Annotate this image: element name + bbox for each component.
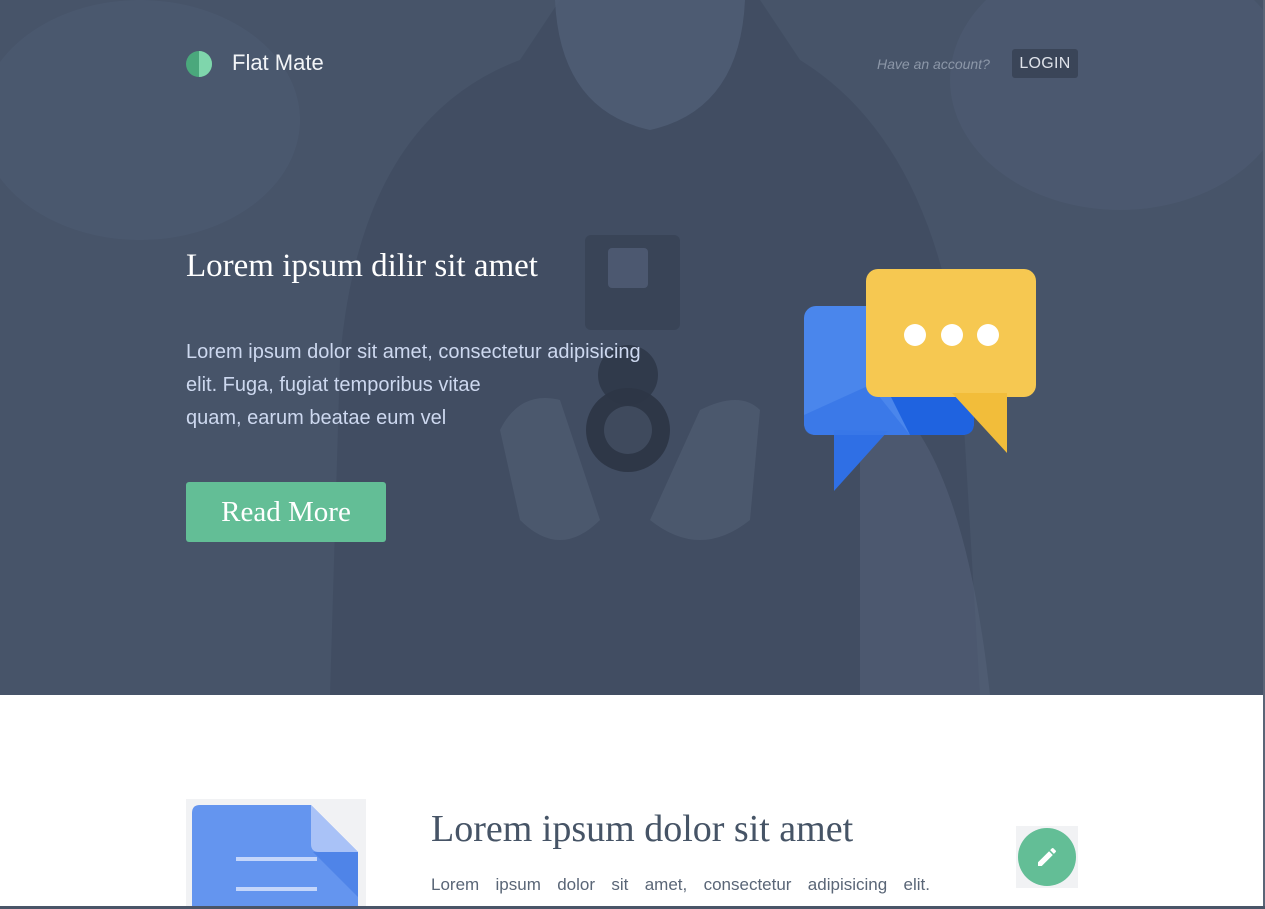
hero-section: Flat Mate Have an account? LOGIN Lorem i… <box>0 0 1263 695</box>
edit-tile <box>1016 826 1078 888</box>
login-button[interactable]: LOGIN <box>1012 49 1078 78</box>
hero-description: Lorem ipsum dolor sit amet, consectetur … <box>186 336 726 435</box>
read-more-button[interactable]: Read More <box>186 482 386 542</box>
document-icon <box>192 805 358 909</box>
section-title: Lorem ipsum dolor sit amet <box>431 808 854 850</box>
hero-description-line: elit. Fuga, fugiat temporibus vitae <box>186 374 481 396</box>
chat-bubbles-icon <box>804 269 1036 491</box>
account-prompt: Have an account? <box>877 56 990 72</box>
pencil-icon <box>1038 848 1056 866</box>
section-description: Lorem ipsum dolor sit amet, consectetur … <box>431 875 930 894</box>
edit-button[interactable] <box>1018 828 1076 886</box>
brand-name[interactable]: Flat Mate <box>232 50 324 76</box>
document-image <box>186 799 366 909</box>
hero-description-line: Lorem ipsum dolor sit amet, consectetur … <box>186 341 641 363</box>
hero-description-line: quam, earum beatae eum vel <box>186 407 447 429</box>
flat-mate-logo[interactable] <box>186 51 212 77</box>
hero-title: Lorem ipsum dilir sit amet <box>186 248 538 284</box>
